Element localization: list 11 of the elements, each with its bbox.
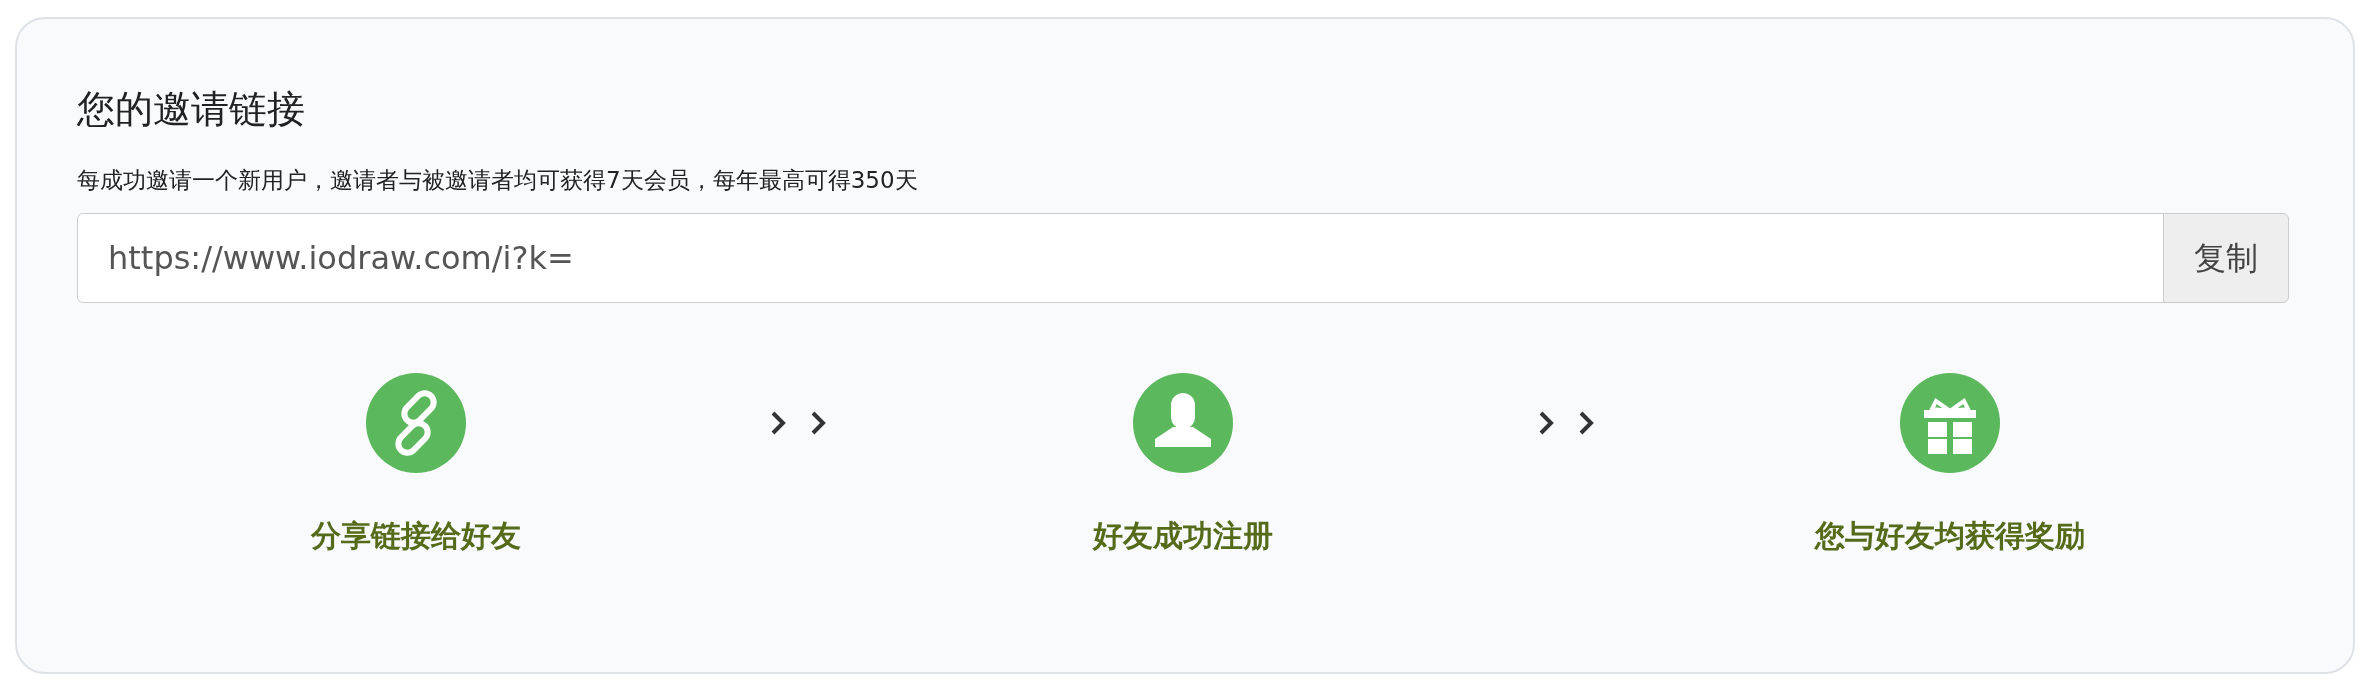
copy-button[interactable]: 复制	[2163, 213, 2289, 304]
step-label: 您与好友均获得奖励	[1813, 517, 2087, 556]
section-title: 您的邀请链接	[77, 87, 306, 133]
link-icon	[365, 373, 466, 474]
step-label: 好友成功注册	[1091, 517, 1274, 556]
chevrons-icon	[1537, 410, 1596, 437]
description-text: 每成功邀请一个新用户，邀请者与被邀请者均可获得7天会员，每年最高可得350天	[77, 165, 919, 195]
invite-link-field[interactable]: https://www.iodraw.com/i?k=	[77, 213, 2164, 304]
step-label: 分享链接给好友	[309, 517, 522, 556]
user-icon	[1133, 373, 1233, 474]
gift-icon	[1900, 373, 2001, 474]
